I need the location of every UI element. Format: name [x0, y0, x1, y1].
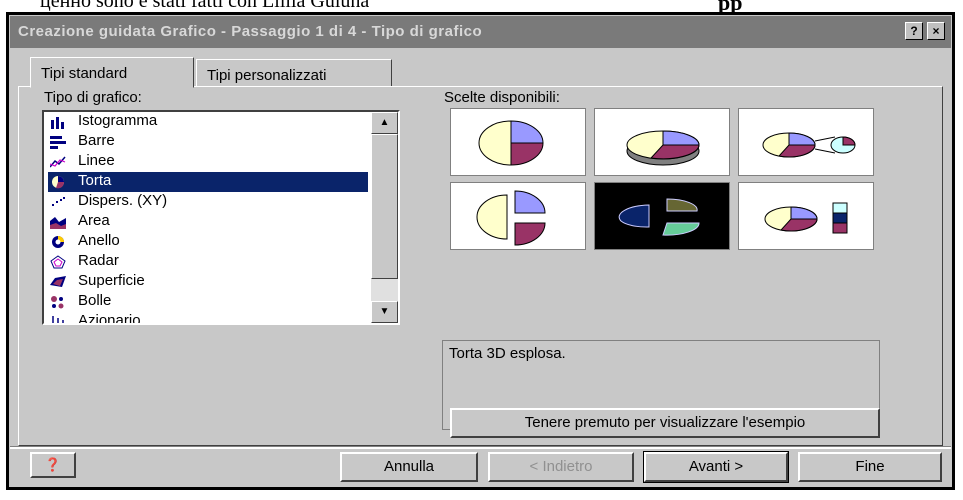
- stock-chart-icon: [52, 316, 64, 323]
- title-bar: Creazione guidata Grafico - Passaggio 1 …: [10, 16, 951, 48]
- exploded-pie-thumbnail-icon: [476, 190, 546, 246]
- pie-chart-icon: [52, 176, 65, 189]
- preview-button[interactable]: Tenere premuto per visualizzare l'esempi…: [450, 408, 880, 438]
- help-assistant-icon: ❓: [44, 457, 62, 472]
- list-item-linee[interactable]: Linee: [48, 152, 368, 172]
- close-button[interactable]: ×: [927, 22, 945, 40]
- tab-standard-types-label: Tipi standard: [41, 65, 128, 82]
- tab-custom-types-label: Tipi personalizzati: [207, 67, 327, 84]
- subtype-exploded-pie-3d[interactable]: [594, 182, 730, 250]
- scatter-chart-icon: [52, 197, 65, 206]
- bar-chart-icon: [50, 136, 66, 149]
- bar-of-pie-thumbnail-icon: [764, 202, 848, 234]
- next-button[interactable]: Avanti >: [643, 451, 789, 483]
- list-item-superficie[interactable]: Superficie: [48, 272, 368, 292]
- finish-button[interactable]: Fine: [798, 452, 942, 482]
- list-item-label: Dispers. (XY): [78, 192, 168, 209]
- list-item-label: Barre: [78, 132, 115, 149]
- list-scrollbar[interactable]: ▲ ▼: [371, 112, 398, 323]
- subtype-pie-3d[interactable]: [594, 108, 730, 176]
- list-item-dispers[interactable]: Dispers. (XY): [48, 192, 368, 212]
- bubble-chart-icon: [51, 296, 64, 309]
- office-assistant-button[interactable]: ❓: [30, 452, 76, 478]
- cancel-button[interactable]: Annulla: [340, 452, 478, 482]
- surface-chart-icon: [50, 276, 66, 287]
- list-item-barre[interactable]: Barre: [48, 132, 368, 152]
- subtype-pie[interactable]: [450, 108, 586, 176]
- chart-type-label: Tipo di grafico:: [44, 89, 142, 106]
- list-item-torta[interactable]: Torta: [48, 172, 368, 192]
- doughnut-chart-icon: [52, 236, 64, 248]
- scroll-up-button[interactable]: ▲: [371, 112, 398, 134]
- list-item-label: Radar: [78, 252, 119, 269]
- tab-standard-types[interactable]: Tipi standard: [30, 57, 194, 88]
- list-item-label: Torta: [78, 172, 112, 189]
- subtype-pie-of-pie[interactable]: [738, 108, 874, 176]
- list-item-label: Azionario: [78, 312, 141, 323]
- exploded-pie-3d-thumbnail-icon: [618, 198, 700, 236]
- list-item-bolle[interactable]: Bolle: [48, 292, 368, 312]
- line-chart-icon: [50, 156, 66, 168]
- subtypes-label: Scelte disponibili:: [444, 89, 560, 106]
- back-button[interactable]: < Indietro: [488, 452, 634, 482]
- pie-3d-thumbnail-icon: [626, 130, 700, 166]
- tab-custom-types[interactable]: Tipi personalizzati: [196, 59, 392, 89]
- description-text: Torta 3D esplosa.: [449, 345, 566, 362]
- list-item-area[interactable]: Area: [48, 212, 368, 232]
- subtype-exploded-pie[interactable]: [450, 182, 586, 250]
- chart-type-list[interactable]: Istogramma Barre Linee Torta Dispers. (X…: [42, 110, 400, 325]
- scroll-thumb[interactable]: [371, 134, 398, 279]
- list-item-azionario[interactable]: Azionario: [48, 312, 368, 323]
- pie-of-pie-thumbnail-icon: [762, 132, 856, 158]
- list-item-label: Istogramma: [78, 112, 158, 129]
- area-chart-icon: [50, 217, 66, 229]
- footer-separator: [10, 446, 951, 449]
- list-item-label: Anello: [78, 232, 120, 249]
- radar-chart-icon: [50, 255, 66, 269]
- window-title: Creazione guidata Grafico - Passaggio 1 …: [18, 23, 483, 40]
- column-chart-icon: [51, 117, 64, 129]
- list-item-label: Linee: [78, 152, 115, 169]
- list-item-label: Superficie: [78, 272, 145, 289]
- scroll-down-button[interactable]: ▼: [371, 301, 398, 323]
- list-item-radar[interactable]: Radar: [48, 252, 368, 272]
- pie-thumbnail-icon: [478, 120, 544, 166]
- list-item-label: Bolle: [78, 292, 112, 309]
- subtype-bar-of-pie[interactable]: [738, 182, 874, 250]
- help-button[interactable]: ?: [905, 22, 923, 40]
- list-item-anello[interactable]: Anello: [48, 232, 368, 252]
- list-item-label: Area: [78, 212, 110, 229]
- list-item-istogramma[interactable]: Istogramma: [48, 112, 368, 132]
